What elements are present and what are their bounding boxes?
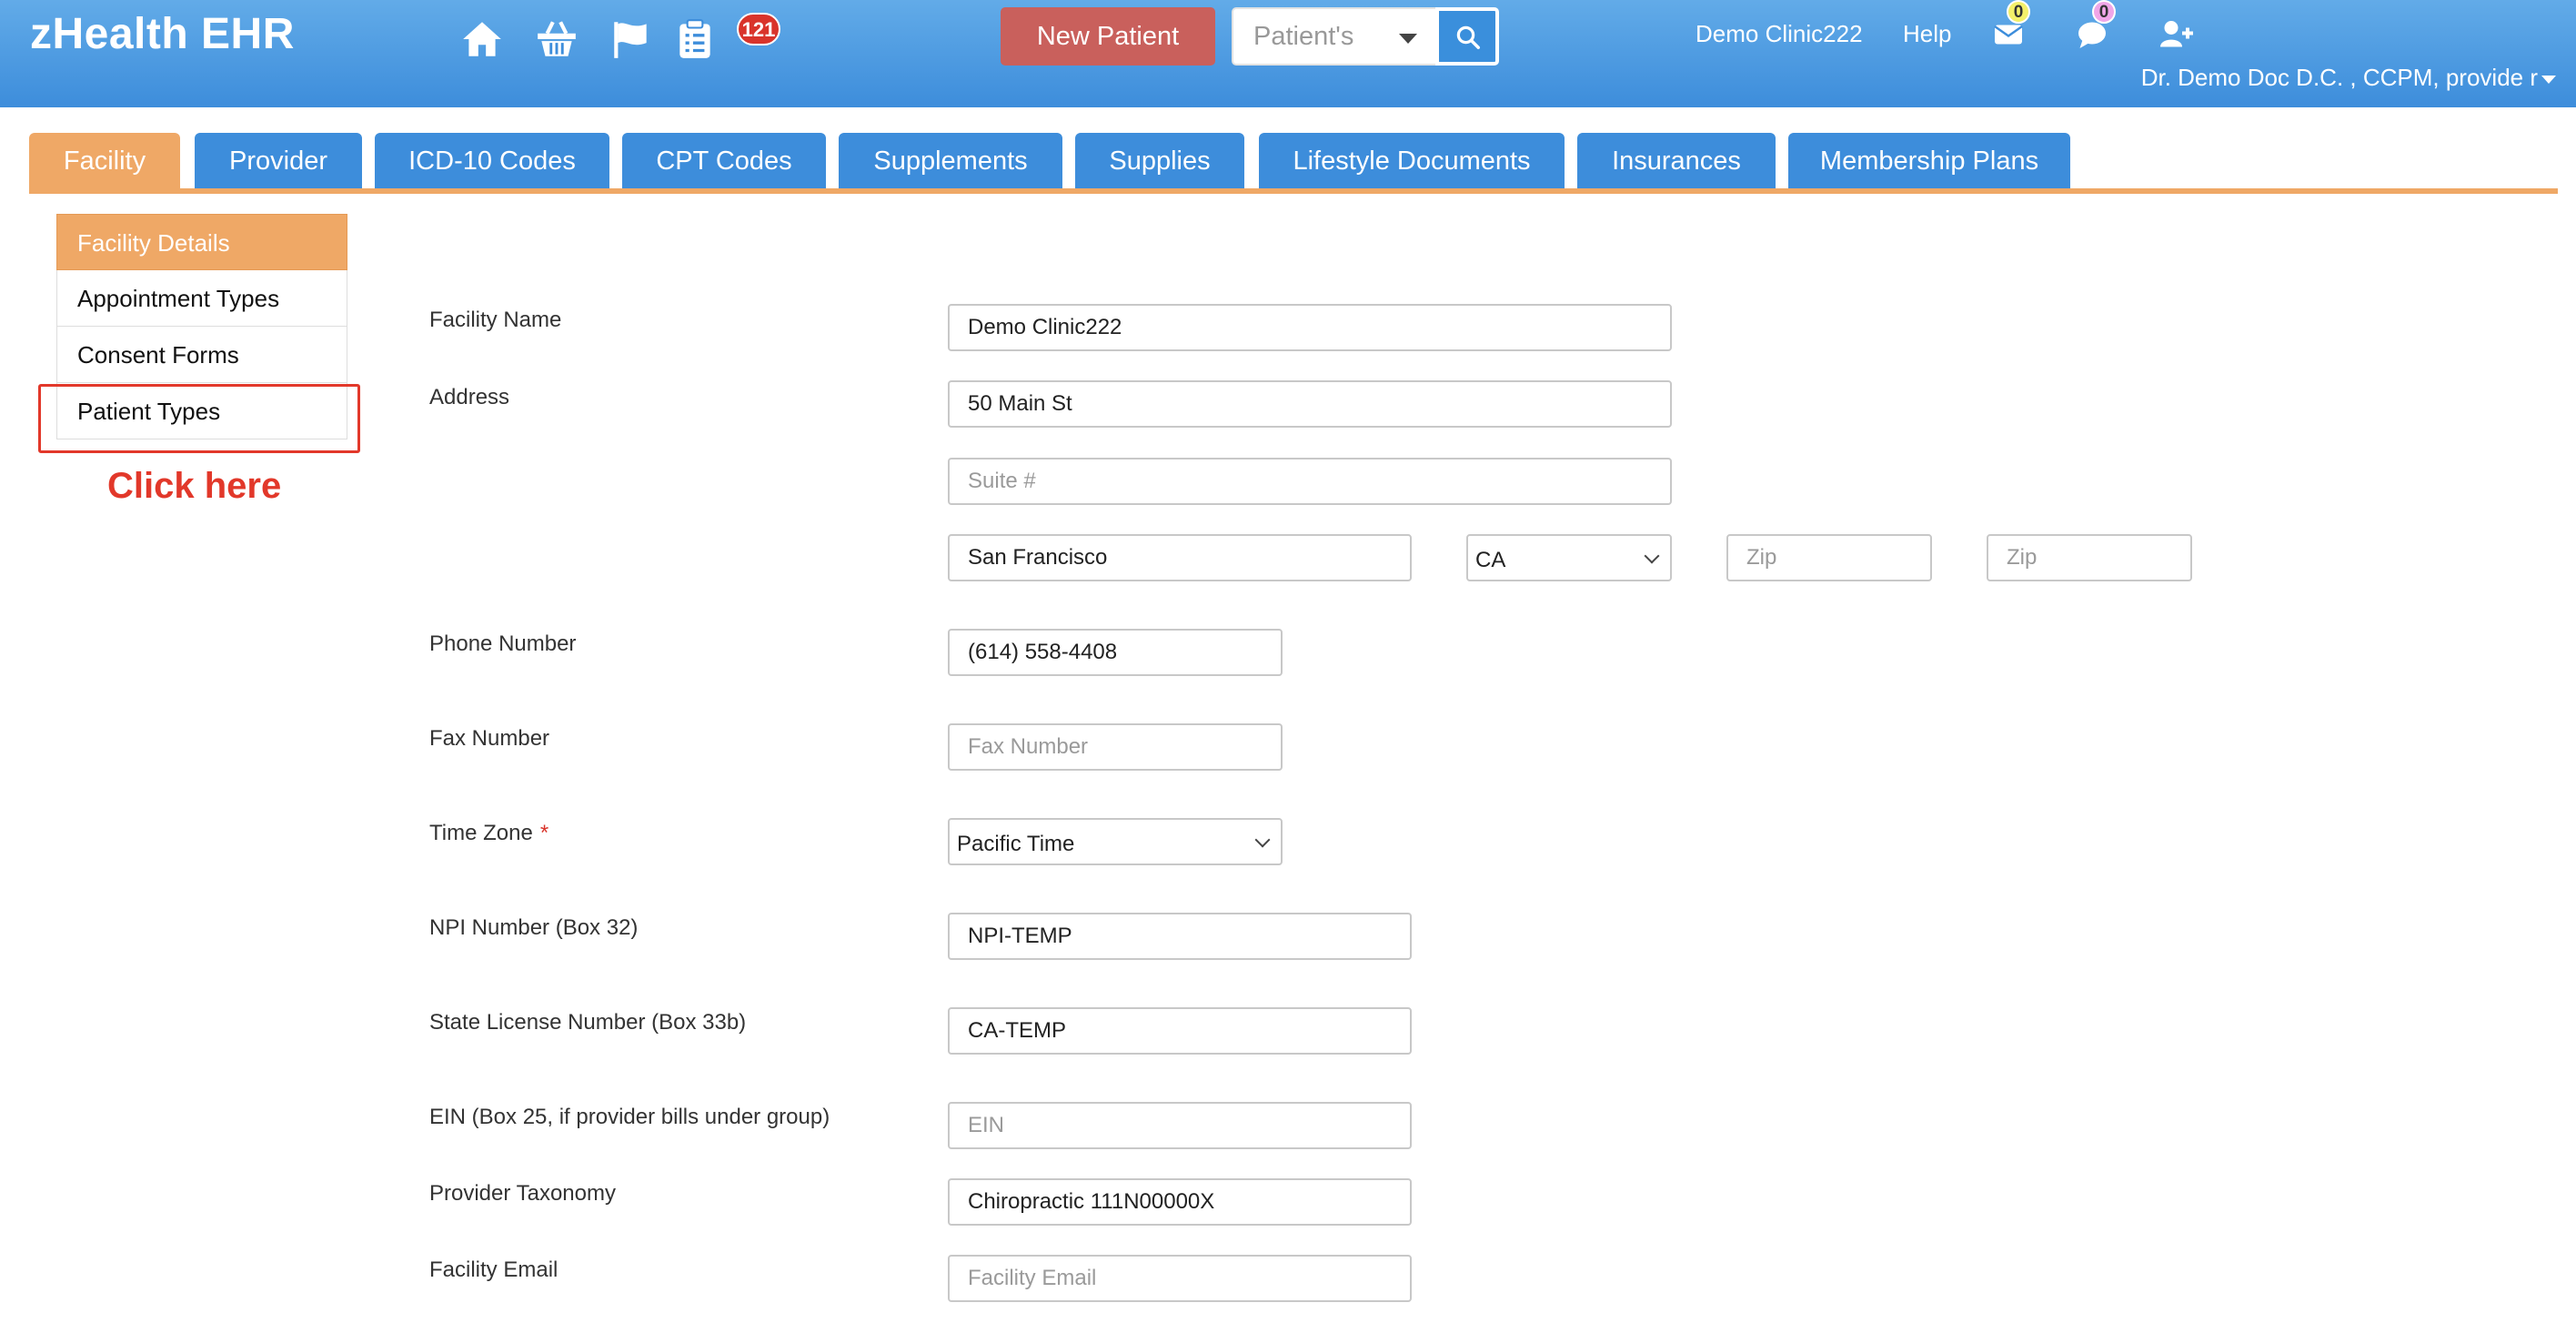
address-zip-input[interactable] xyxy=(1726,534,1932,581)
address-suite-input[interactable] xyxy=(948,458,1672,505)
address-label: Address xyxy=(429,385,510,409)
tab-provider[interactable]: Provider xyxy=(195,133,362,189)
click-here-annotation: Click here xyxy=(107,466,282,506)
tasks-count-badge[interactable]: 121 xyxy=(737,13,780,45)
chevron-down-icon xyxy=(1644,548,1660,564)
address-street-input[interactable] xyxy=(948,380,1672,428)
address-city-input[interactable] xyxy=(948,534,1412,581)
fax-number-input[interactable] xyxy=(948,723,1283,771)
chevron-down-icon xyxy=(1254,832,1271,848)
caret-down-icon xyxy=(2541,75,2556,84)
home-icon[interactable] xyxy=(458,16,506,62)
npi-number-input[interactable] xyxy=(948,913,1412,960)
patient-search-select[interactable]: Patient's xyxy=(1232,7,1437,66)
patient-select-value: Patient's xyxy=(1253,22,1354,51)
facility-name-label: Facility Name xyxy=(429,308,562,332)
required-mark: * xyxy=(539,821,549,845)
provider-taxonomy-input[interactable] xyxy=(948,1178,1412,1226)
new-patient-button[interactable]: New Patient xyxy=(1001,7,1215,66)
ein-input[interactable] xyxy=(948,1102,1412,1149)
phone-number-input[interactable] xyxy=(948,629,1283,676)
top-header: zHealth EHR 121 New Patient Patient's De… xyxy=(0,0,2576,107)
tab-membership-plans[interactable]: Membership Plans xyxy=(1788,133,2070,189)
fax-number-label: Fax Number xyxy=(429,726,550,751)
caret-down-icon xyxy=(1399,34,1417,44)
provider-taxonomy-label: Provider Taxonomy xyxy=(429,1181,616,1206)
add-user-icon[interactable] xyxy=(2158,18,2196,51)
time-zone-label: Time Zone * xyxy=(429,821,548,846)
address-zip-ext-input[interactable] xyxy=(1987,534,2192,581)
tab-supplies[interactable]: Supplies xyxy=(1075,133,1244,189)
basket-icon[interactable] xyxy=(533,16,580,62)
search-icon xyxy=(1456,25,1480,49)
help-link[interactable]: Help xyxy=(1903,20,1951,48)
sidenav-item-consent-forms[interactable]: Consent Forms xyxy=(56,327,347,383)
tab-underline xyxy=(29,188,2558,194)
npi-number-label: NPI Number (Box 32) xyxy=(429,915,639,940)
ein-label: EIN (Box 25, if provider bills under gro… xyxy=(429,1105,830,1129)
tab-icd10-codes[interactable]: ICD-10 Codes xyxy=(375,133,609,189)
tab-facility[interactable]: Facility xyxy=(29,133,180,189)
facility-email-input[interactable] xyxy=(948,1255,1412,1302)
tab-insurances[interactable]: Insurances xyxy=(1577,133,1776,189)
user-menu[interactable]: Dr. Demo Doc D.C. , CCPM, provide r xyxy=(2141,64,2556,92)
time-zone-label-text: Time Zone xyxy=(429,821,533,845)
sidenav-item-appointment-types[interactable]: Appointment Types xyxy=(56,270,347,327)
sidenav-item-facility-details[interactable]: Facility Details xyxy=(56,214,347,270)
chat-count-badge[interactable]: 0 xyxy=(2092,0,2116,24)
state-license-label: State License Number (Box 33b) xyxy=(429,1010,747,1035)
time-zone-select-value: Pacific Time xyxy=(957,832,1075,856)
search-button[interactable] xyxy=(1435,7,1499,66)
tab-cpt-codes[interactable]: CPT Codes xyxy=(622,133,826,189)
time-zone-select[interactable]: Pacific Time xyxy=(948,818,1283,865)
state-license-input[interactable] xyxy=(948,1007,1412,1055)
facility-email-label: Facility Email xyxy=(429,1257,558,1282)
tab-supplements[interactable]: Supplements xyxy=(839,133,1062,189)
flag-icon[interactable] xyxy=(608,16,655,62)
user-name: Dr. Demo Doc D.C. , CCPM, provide r xyxy=(2140,64,2538,91)
app-logo[interactable]: zHealth EHR xyxy=(30,9,295,59)
address-state-select[interactable]: CA xyxy=(1466,534,1672,581)
state-select-value: CA xyxy=(1475,548,1506,572)
phone-number-label: Phone Number xyxy=(429,631,577,656)
facility-name-input[interactable] xyxy=(948,304,1672,351)
messages-count-badge[interactable]: 0 xyxy=(2007,0,2030,24)
highlight-box xyxy=(38,384,360,453)
tab-lifestyle-documents[interactable]: Lifestyle Documents xyxy=(1259,133,1565,189)
clipboard-icon[interactable] xyxy=(671,16,719,62)
clinic-name-link[interactable]: Demo Clinic222 xyxy=(1696,20,1863,48)
